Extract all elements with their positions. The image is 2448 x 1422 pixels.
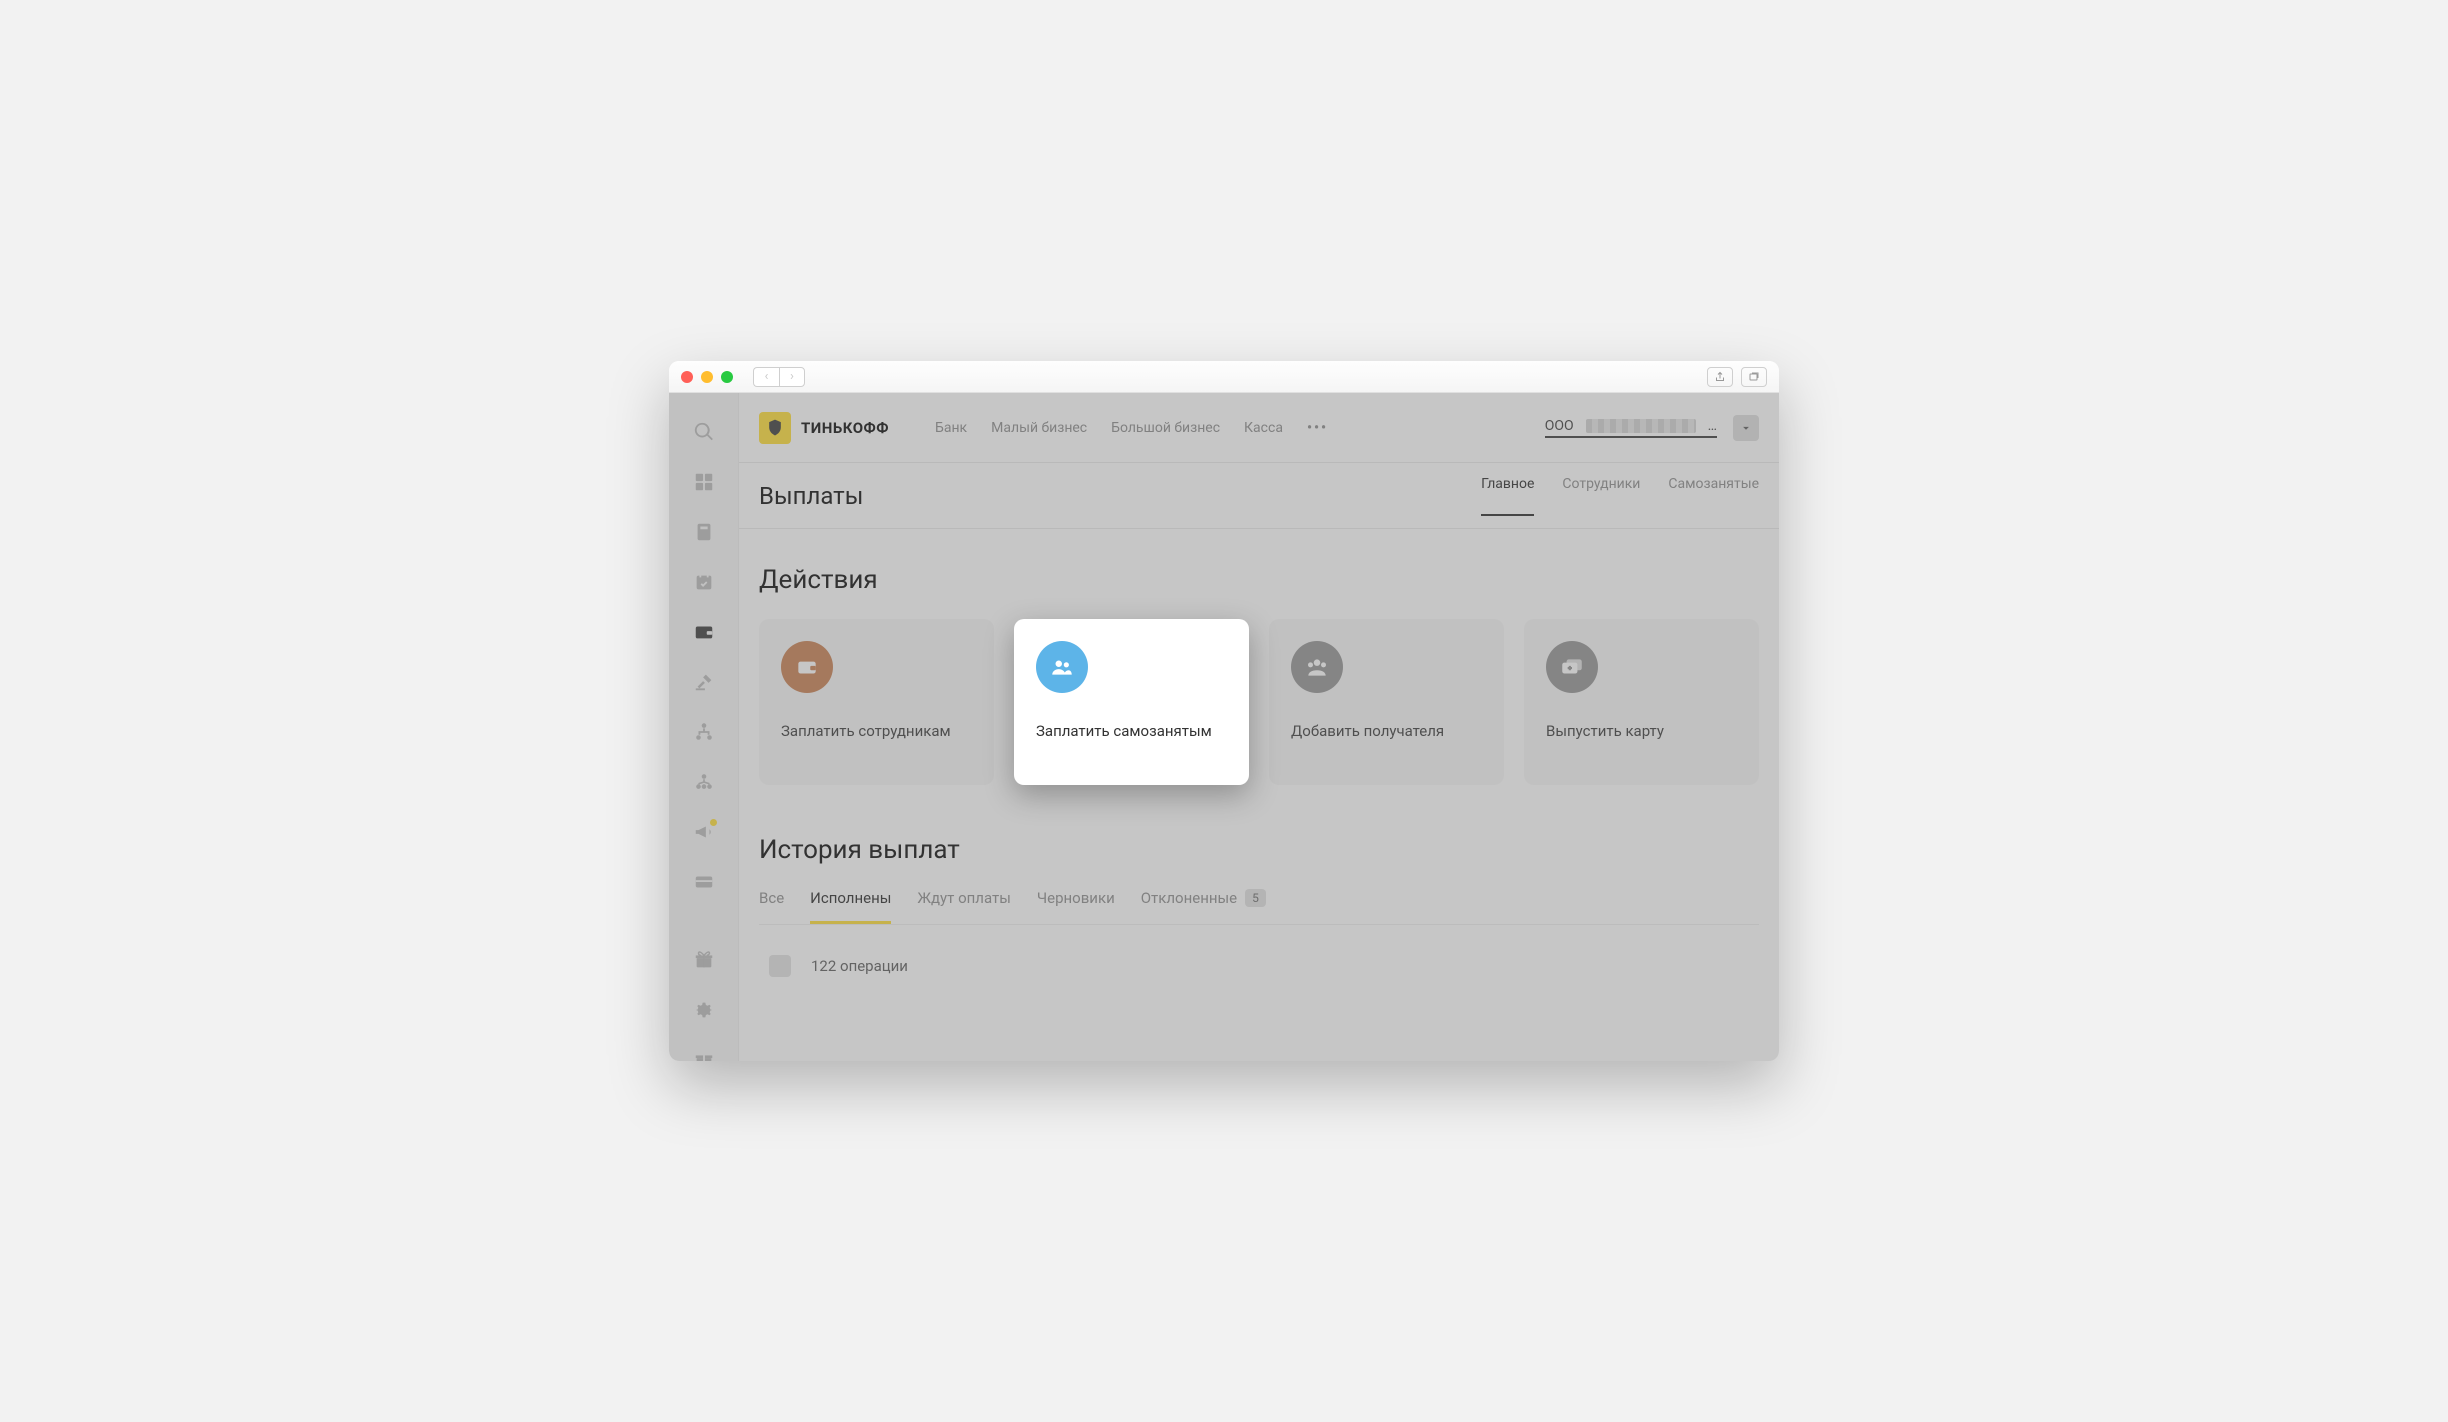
calculator-icon[interactable] xyxy=(693,521,715,543)
operations-row: 122 операции xyxy=(759,945,1759,987)
action-label: Заплатить сотрудникам xyxy=(781,721,972,743)
org-name-redacted xyxy=(1586,419,1696,433)
app-root: ТИНЬКОФФ Банк Малый бизнес Большой бизне… xyxy=(669,393,1779,1061)
sidebar xyxy=(669,393,739,1061)
brand-name: ТИНЬКОФФ xyxy=(801,419,889,437)
topbar: ТИНЬКОФФ Банк Малый бизнес Большой бизне… xyxy=(739,393,1779,463)
histtab-drafts[interactable]: Черновики xyxy=(1037,889,1115,924)
nav-buttons: ‹ › xyxy=(753,367,805,387)
zoom-window-button[interactable] xyxy=(721,371,733,383)
topnav-bank[interactable]: Банк xyxy=(935,420,967,436)
operations-count: 122 операции xyxy=(811,957,908,975)
forward-button[interactable]: › xyxy=(779,367,805,387)
action-add-recipient[interactable]: Добавить получателя xyxy=(1269,619,1504,785)
page-tabs: Главное Сотрудники Самозанятые xyxy=(1481,476,1759,516)
content: Действия Заплатить сотрудникам Заплатить… xyxy=(739,529,1779,1061)
history-tabs: Все Исполнены Ждут оплаты Черновики Откл… xyxy=(759,889,1759,925)
action-pay-employees[interactable]: Заплатить сотрудникам xyxy=(759,619,994,785)
sitemap-icon[interactable] xyxy=(693,721,715,743)
topnav-big-biz[interactable]: Большой бизнес xyxy=(1111,420,1220,436)
histtab-pending[interactable]: Ждут оплаты xyxy=(917,889,1011,924)
calendar-icon[interactable] xyxy=(693,571,715,593)
browser-window: ‹ › xyxy=(669,361,1779,1061)
histtab-rejected-count: 5 xyxy=(1245,889,1266,907)
action-pay-selfemployed[interactable]: Заплатить самозанятым xyxy=(1014,619,1249,785)
gift2-icon[interactable] xyxy=(693,1049,715,1061)
tab-selfemployed[interactable]: Самозанятые xyxy=(1668,476,1759,516)
traffic-lights xyxy=(681,371,733,383)
window-titlebar: ‹ › xyxy=(669,361,1779,393)
org-selector[interactable]: ООО … xyxy=(1545,418,1717,438)
cards-plus-icon xyxy=(1546,641,1598,693)
histtab-all[interactable]: Все xyxy=(759,889,784,924)
shield-icon xyxy=(759,412,791,444)
actions-heading: Действия xyxy=(759,565,1759,595)
topnav-kassa[interactable]: Касса xyxy=(1244,420,1283,436)
page-title: Выплаты xyxy=(759,482,863,510)
tabs-button[interactable] xyxy=(1741,367,1767,387)
org-suffix: … xyxy=(1708,418,1717,434)
action-label: Выпустить карту xyxy=(1546,721,1737,743)
back-button[interactable]: ‹ xyxy=(753,367,779,387)
gift-icon[interactable] xyxy=(693,949,715,971)
org-prefix: ООО xyxy=(1545,418,1574,434)
gear-icon[interactable] xyxy=(693,999,715,1021)
action-issue-card[interactable]: Выпустить карту xyxy=(1524,619,1759,785)
gavel-icon[interactable] xyxy=(693,671,715,693)
action-label: Добавить получателя xyxy=(1291,721,1482,743)
wallet-circle-icon xyxy=(781,641,833,693)
topnav: Банк Малый бизнес Большой бизнес Касса •… xyxy=(935,420,1328,436)
org-icon[interactable] xyxy=(693,771,715,793)
share-button[interactable] xyxy=(1707,367,1733,387)
group-circle-icon xyxy=(1291,641,1343,693)
wallet-icon[interactable] xyxy=(693,621,715,643)
topnav-small-biz[interactable]: Малый бизнес xyxy=(991,420,1087,436)
search-icon[interactable] xyxy=(693,421,715,443)
main: ТИНЬКОФФ Банк Малый бизнес Большой бизне… xyxy=(739,393,1779,1061)
actions-grid: Заплатить сотрудникам Заплатить самозаня… xyxy=(759,619,1759,785)
histtab-rejected[interactable]: Отклоненные 5 xyxy=(1141,889,1266,924)
histtab-done[interactable]: Исполнены xyxy=(810,889,891,924)
page-header: Выплаты Главное Сотрудники Самозанятые xyxy=(739,463,1779,529)
topnav-more[interactable]: ••• xyxy=(1307,420,1328,436)
history-heading: История выплат xyxy=(759,835,1759,865)
card-icon[interactable] xyxy=(693,871,715,893)
users-circle-icon xyxy=(1036,641,1088,693)
dashboard-icon[interactable] xyxy=(693,471,715,493)
select-all-checkbox[interactable] xyxy=(769,955,791,977)
action-label: Заплатить самозанятым xyxy=(1036,721,1227,743)
megaphone-icon[interactable] xyxy=(693,821,715,843)
minimize-window-button[interactable] xyxy=(701,371,713,383)
brand-logo[interactable]: ТИНЬКОФФ xyxy=(759,412,889,444)
tab-employees[interactable]: Сотрудники xyxy=(1562,476,1640,516)
chevron-down-icon[interactable] xyxy=(1733,415,1759,441)
histtab-rejected-label: Отклоненные xyxy=(1141,889,1237,907)
tab-main[interactable]: Главное xyxy=(1481,476,1534,516)
close-window-button[interactable] xyxy=(681,371,693,383)
